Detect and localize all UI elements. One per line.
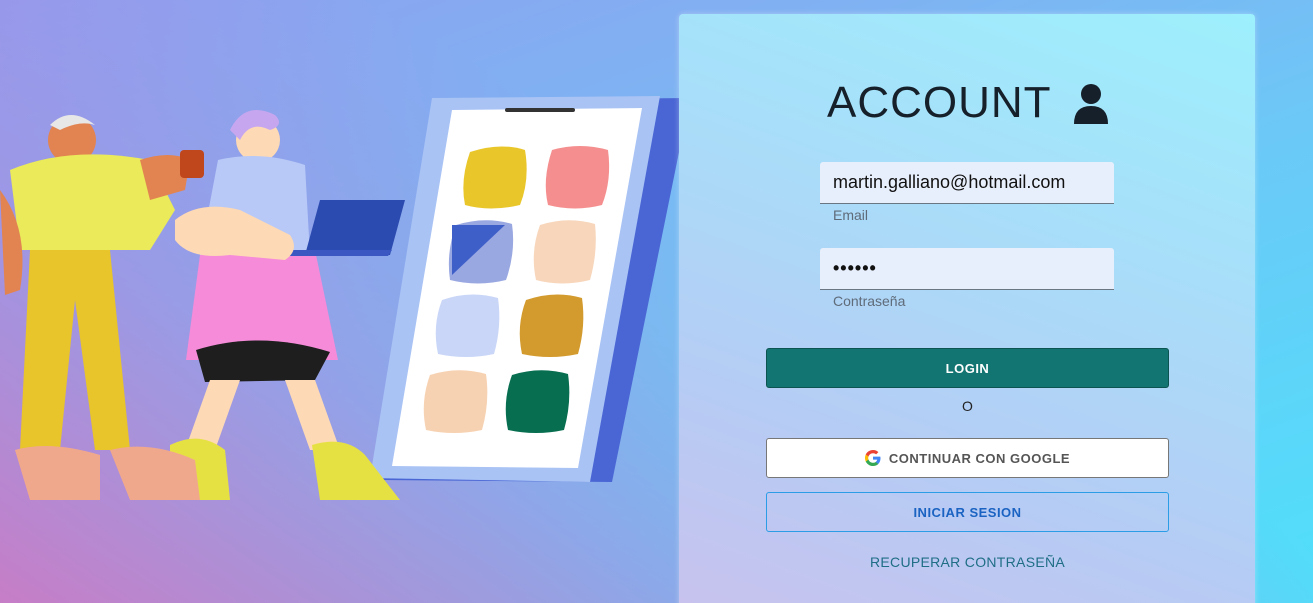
login-button[interactable]: LOGIN — [766, 348, 1169, 388]
email-field[interactable] — [820, 162, 1114, 204]
login-card: ACCOUNT Email Contraseña LOGIN O CONTINU… — [679, 14, 1255, 603]
man-illustration — [0, 115, 204, 500]
recover-password-link[interactable]: RECUPERAR CONTRASEÑA — [766, 554, 1169, 570]
signin-button[interactable]: INICIAR SESION — [766, 492, 1169, 532]
email-label: Email — [833, 207, 869, 223]
page-title: ACCOUNT — [827, 78, 1052, 127]
woman-illustration — [170, 110, 405, 500]
google-button-label: CONTINUAR CON GOOGLE — [888, 450, 1071, 466]
person-icon — [1073, 84, 1108, 124]
separator-text: O — [962, 398, 973, 414]
hero-illustration — [0, 96, 690, 500]
google-login-button[interactable]: CONTINUAR CON GOOGLE — [766, 438, 1169, 478]
google-icon — [864, 450, 881, 466]
phone-illustration — [370, 96, 690, 482]
title-row: ACCOUNT — [827, 78, 1110, 128]
password-field[interactable] — [820, 248, 1114, 290]
password-label: Contraseña — [833, 293, 906, 309]
